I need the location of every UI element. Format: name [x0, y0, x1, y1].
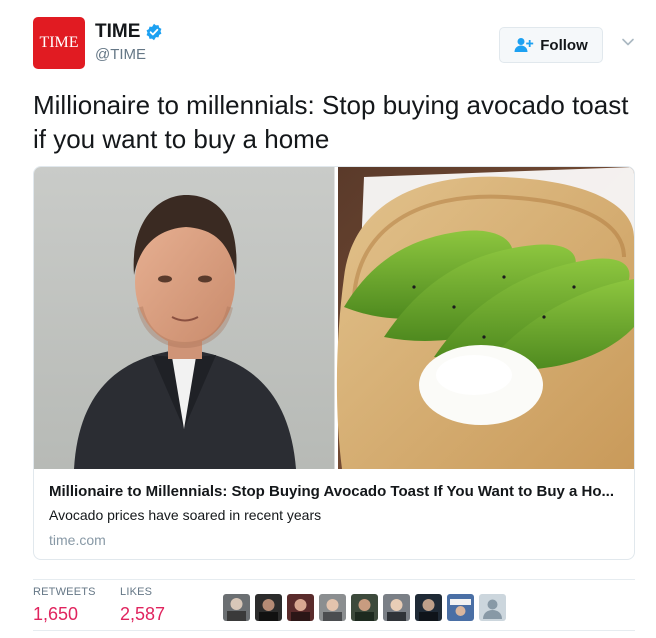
display-name[interactable]: TIME: [95, 21, 140, 43]
portrait-photo: [34, 167, 336, 469]
account-handle[interactable]: @TIME: [95, 46, 163, 63]
card-description: Avocado prices have soared in recent yea…: [49, 507, 322, 523]
time-logo-text: TIME: [39, 34, 79, 51]
retweets-label: RETWEETS: [33, 586, 96, 598]
engagement-stats: RETWEETS 1,650 LIKES 2,587: [33, 586, 635, 630]
avatar[interactable]: [383, 594, 410, 621]
card-image[interactable]: [34, 167, 634, 469]
follow-button[interactable]: Follow: [499, 27, 603, 63]
link-card[interactable]: Millionaire to Millennials: Stop Buying …: [33, 166, 635, 560]
divider: [33, 630, 635, 631]
tweet-text: Millionaire to millennials: Stop buying …: [33, 90, 629, 154]
tweet-header: TIME TIME @TIME Follow: [33, 17, 639, 73]
avatar[interactable]: [255, 594, 282, 621]
follow-button-label: Follow: [540, 36, 588, 54]
avatar[interactable]: [351, 594, 378, 621]
avatar[interactable]: [223, 594, 250, 621]
retweets-count: 1,650: [33, 604, 79, 624]
avatar[interactable]: [319, 594, 346, 621]
chevron-down-icon[interactable]: [621, 35, 635, 49]
avatar[interactable]: [415, 594, 442, 621]
account-name-block[interactable]: TIME @TIME: [95, 21, 163, 63]
liker-avatars: [223, 594, 506, 621]
card-domain: time.com: [49, 532, 106, 548]
retweets-stat[interactable]: RETWEETS 1,650: [33, 586, 96, 625]
verified-badge-icon: [146, 23, 162, 41]
card-meta[interactable]: Millionaire to Millennials: Stop Buying …: [49, 483, 629, 548]
avatar[interactable]: [479, 594, 506, 621]
avatar[interactable]: [447, 594, 474, 621]
avatar[interactable]: [287, 594, 314, 621]
likes-count: 2,587: [120, 604, 166, 624]
account-avatar[interactable]: TIME: [33, 17, 85, 69]
card-title[interactable]: Millionaire to Millennials: Stop Buying …: [49, 483, 629, 500]
add-user-icon: [514, 38, 534, 52]
avocado-toast-photo: [336, 167, 634, 469]
likes-stat[interactable]: LIKES 2,587: [120, 586, 165, 625]
divider: [33, 579, 635, 580]
likes-label: LIKES: [120, 586, 153, 598]
